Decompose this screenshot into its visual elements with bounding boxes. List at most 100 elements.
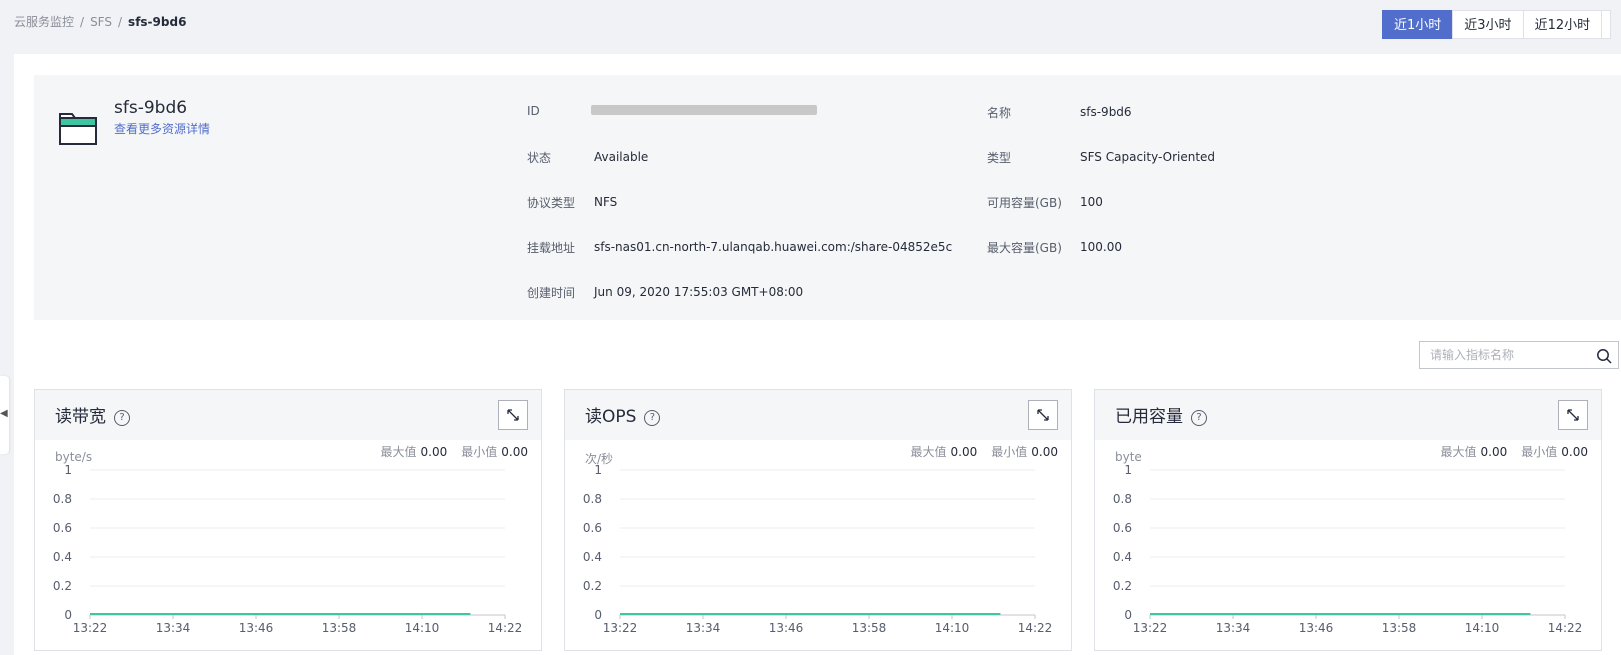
y-tick-label: 0.6 [1113, 521, 1132, 535]
y-tick-label: 1 [64, 463, 72, 477]
help-icon[interactable]: ? [114, 410, 130, 426]
id-label: ID [527, 104, 540, 118]
time-range-1h-button[interactable]: 近1小时 [1382, 10, 1453, 39]
help-icon[interactable]: ? [1191, 410, 1207, 426]
available-capacity-label: 可用容量(GB) [987, 196, 1062, 210]
min-label: 最小值 [461, 445, 498, 459]
min-label: 最小值 [1521, 445, 1558, 459]
x-tick-label: 13:58 [1382, 621, 1417, 635]
breadcrumb-separator: / [80, 15, 85, 29]
max-label: 最大值 [910, 445, 947, 459]
protocol-label: 协议类型 [527, 196, 576, 210]
y-tick-label: 0.8 [583, 492, 602, 506]
type-value: SFS Capacity-Oriented [1080, 150, 1216, 164]
y-tick-label: 0.8 [53, 492, 72, 506]
status-label: 状态 [527, 151, 552, 165]
card-title: 已用容量? [1115, 402, 1207, 427]
y-tick-label: 0 [64, 608, 72, 622]
x-tick-label: 14:22 [488, 621, 523, 635]
line-chart: 0 0.2 0.4 0.6 0.8 1 13:22 13:34 13:46 13:58 14:10 1… [583, 463, 1053, 635]
created-time-label: 创建时间 [527, 286, 576, 300]
time-range-more-button[interactable] [1601, 10, 1612, 39]
search-icon[interactable] [1596, 348, 1612, 364]
resource-info-panel [34, 75, 1621, 320]
x-tick-label: 13:22 [603, 621, 638, 635]
name-label: 名称 [987, 106, 1012, 120]
card-title-text: 读OPS [585, 407, 637, 427]
x-tick-label: 14:10 [935, 621, 970, 635]
y-tick-label: 0.2 [53, 579, 72, 593]
breadcrumb: 云服务监控 / SFS / sfs-9bd6 [14, 13, 186, 30]
breadcrumb-current: sfs-9bd6 [128, 15, 187, 29]
line-chart: 0 0.2 0.4 0.6 0.8 1 13:22 13:34 13:46 13:58 14:10 1… [1113, 463, 1583, 635]
min-value: 0.00 [1031, 445, 1058, 459]
mount-address-label: 挂载地址 [527, 241, 576, 255]
created-time-value: Jun 09, 2020 17:55:03 GMT+08:00 [594, 285, 804, 299]
expand-chart-button[interactable] [1558, 400, 1588, 430]
max-value: 0.00 [420, 445, 448, 459]
x-tick-label: 13:34 [1216, 621, 1251, 635]
card-title-text: 已用容量 [1115, 407, 1183, 427]
y-tick-label: 0.8 [1113, 492, 1132, 506]
expand-icon [507, 409, 519, 421]
y-tick-label: 1 [594, 463, 602, 477]
mount-address-value: sfs-nas01.cn-north-7.ulanqab.huawei.com:… [594, 240, 953, 254]
y-tick-label: 0.2 [583, 579, 602, 593]
breadcrumb-separator: / [118, 15, 123, 29]
available-capacity-value: 100 [1080, 195, 1103, 209]
x-tick-label: 13:34 [156, 621, 191, 635]
y-tick-label: 0.6 [53, 521, 72, 535]
help-icon[interactable]: ? [644, 410, 661, 426]
y-tick-label: 0.4 [1113, 550, 1132, 564]
x-tick-label: 14:22 [1018, 621, 1053, 635]
collapse-arrow-icon: ◀ [0, 408, 8, 419]
max-capacity-value: 100.00 [1080, 240, 1122, 254]
max-capacity-label: 最大容量(GB) [987, 241, 1062, 255]
card-title-text: 读带宽 [55, 407, 106, 427]
time-range-3h-button[interactable]: 近3小时 [1452, 10, 1523, 39]
metric-search-input[interactable] [1430, 347, 1580, 363]
id-value-masked [591, 105, 817, 115]
x-tick-label: 13:22 [1133, 621, 1168, 635]
card-title: 读OPS? [585, 402, 661, 427]
x-tick-label: 14:22 [1548, 621, 1583, 635]
y-tick-label: 0.6 [583, 521, 602, 535]
min-value: 0.00 [501, 445, 528, 459]
max-label: 最大值 [380, 445, 417, 459]
top-bar: 云服务监控 / SFS / sfs-9bd6 近1小时 近3小时 近12小时 [0, 0, 1621, 54]
max-label: 最大值 [1440, 445, 1477, 459]
x-tick-label: 13:58 [852, 621, 887, 635]
max-value: 0.00 [1480, 445, 1508, 459]
resource-name: sfs-9bd6 [114, 98, 188, 118]
breadcrumb-sfs[interactable]: SFS [90, 15, 112, 29]
expand-icon [1567, 409, 1579, 421]
sidebar-collapse-handle[interactable]: ◀ [0, 376, 9, 454]
x-tick-label: 13:46 [769, 621, 804, 635]
metric-search-box [1419, 341, 1619, 369]
expand-chart-button[interactable] [1028, 400, 1058, 430]
x-tick-label: 13:58 [322, 621, 357, 635]
y-tick-label: 0.4 [583, 550, 602, 564]
metric-card-used-capacity: 已用容量? byte 最大值 0.00 最小值 0.00 0 0.2 0.4 0.6 0.8 1… [1094, 389, 1602, 651]
metric-card-read-bandwidth: 读带宽? byte/s 最大值 0.00 最小值 0.00 0 0.2 0.4 0.6 0.8… [34, 389, 542, 651]
y-tick-label: 0.2 [1113, 579, 1132, 593]
expand-chart-button[interactable] [498, 400, 528, 430]
expand-icon [1037, 409, 1049, 421]
line-chart: 0 0.2 0.4 0.6 0.8 1 13:22 13:34 13:46 13:58 14:10 1… [53, 463, 523, 635]
min-label: 最小值 [991, 445, 1028, 459]
y-tick-label: 0 [1124, 608, 1132, 622]
name-value: sfs-9bd6 [1080, 105, 1132, 119]
protocol-value: NFS [594, 195, 618, 209]
time-range-selector: 近1小时 近3小时 近12小时 [1382, 10, 1612, 39]
breadcrumb-cloud-monitor[interactable]: 云服务监控 [14, 15, 74, 29]
y-tick-label: 1 [1124, 463, 1132, 477]
y-tick-label: 0.4 [53, 550, 72, 564]
resource-details-link[interactable]: 查看更多资源详情 [114, 120, 210, 137]
x-tick-label: 13:46 [1299, 621, 1334, 635]
folder-icon [59, 113, 97, 145]
x-tick-label: 13:22 [73, 621, 108, 635]
time-range-12h-button[interactable]: 近12小时 [1522, 10, 1602, 39]
type-label: 类型 [987, 151, 1012, 165]
min-value: 0.00 [1561, 445, 1588, 459]
x-tick-label: 13:34 [686, 621, 721, 635]
